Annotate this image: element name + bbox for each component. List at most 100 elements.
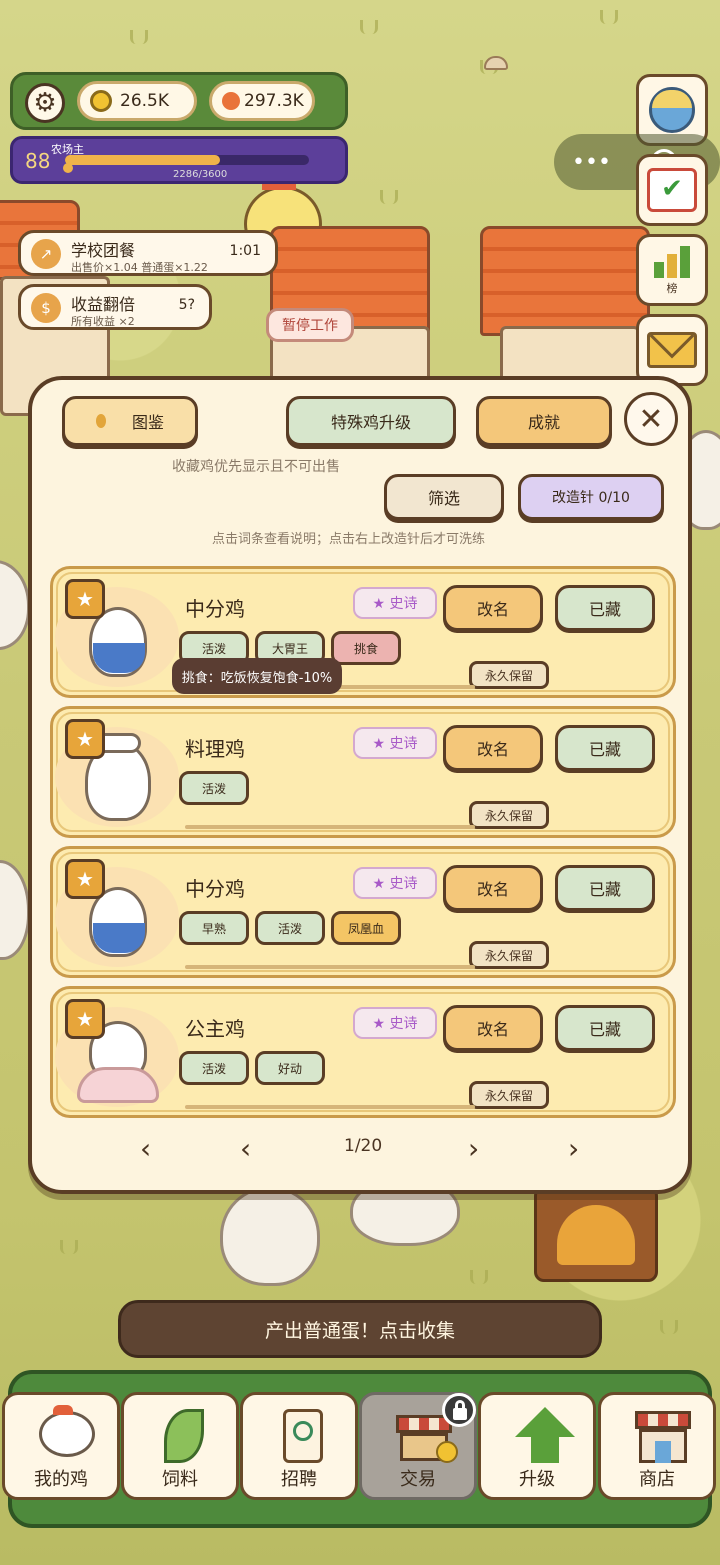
keep-forever-button[interactable]: 永久保留 (469, 801, 549, 829)
ranking-label: 榜 (666, 282, 678, 295)
page-indicator: 1/20 (344, 1136, 383, 1156)
nav-label: 饲料 (162, 1469, 198, 1490)
nav-label: 交易 (400, 1469, 436, 1490)
more-dots-icon[interactable]: ••• (572, 150, 611, 175)
pause-work-sign[interactable]: 暂停工作 (266, 308, 354, 342)
star-badge-icon: ★ (65, 579, 105, 619)
keep-forever-button[interactable]: 永久保留 (469, 941, 549, 969)
last-page-button[interactable]: › (568, 1132, 579, 1165)
star-badge-icon: ★ (65, 859, 105, 899)
shop-stall-icon (396, 1405, 458, 1463)
next-page-button[interactable]: › (468, 1132, 479, 1165)
chicken-card[interactable]: ★ 中分鸡 ★ 史诗 改名 已藏 活泼 大胃王 挑食 永久保留 (50, 566, 676, 698)
chicken-card[interactable]: ★ 中分鸡 ★ 史诗 改名 已藏 早熟 活泼 凤凰血 永久保留 (50, 846, 676, 978)
rename-button[interactable]: 改名 (443, 865, 543, 911)
exp-text: 2286/3600 (173, 169, 228, 180)
arrow-up-icon: ↗ (31, 239, 61, 269)
grass-tuft (130, 30, 148, 44)
stored-button[interactable]: 已藏 (555, 1005, 655, 1051)
card-progress (185, 825, 475, 829)
nav-label: 我的鸡 (34, 1469, 88, 1490)
trait-tag[interactable]: 好动 (255, 1051, 325, 1085)
hen-edge[interactable] (0, 860, 30, 960)
nav-trade[interactable]: 交易 (359, 1392, 477, 1500)
rarity-badge: ★ 史诗 (353, 587, 437, 619)
chicken-name: 料理鸡 (185, 737, 245, 761)
rarity-badge: ★ 史诗 (353, 727, 437, 759)
first-page-button[interactable]: ‹ (140, 1132, 151, 1165)
exp-fill (65, 155, 220, 165)
close-icon[interactable]: ✕ (624, 392, 678, 446)
rarity-badge: ★ 史诗 (353, 867, 437, 899)
tab-achievement[interactable]: 成就 (476, 396, 612, 446)
tab-special-upgrade[interactable]: 特殊鸡升级 (286, 396, 456, 446)
chicken-icon (39, 1405, 95, 1461)
trait-tag[interactable]: 活泼 (255, 911, 325, 945)
mushroom (484, 56, 508, 70)
level-bar[interactable]: 88 农场主 2286/3600 (10, 136, 348, 184)
rename-button[interactable]: 改名 (443, 1005, 543, 1051)
exp-track (65, 155, 309, 165)
rename-button[interactable]: 改名 (443, 585, 543, 631)
buff-timer: 1:01 (229, 243, 261, 259)
buff-title: 收益翻倍 (71, 295, 136, 314)
chicken-card[interactable]: ★ 料理鸡 ★ 史诗 改名 已藏 活泼 永久保留 (50, 706, 676, 838)
calendar-checkin-icon[interactable]: ✔ (636, 154, 708, 226)
chicken-card[interactable]: ★ 公主鸡 ★ 史诗 改名 已藏 活泼 好动 永久保留 (50, 986, 676, 1118)
rarity-badge: ★ 史诗 (353, 1007, 437, 1039)
leaf-icon (158, 1405, 208, 1463)
exp-dot-icon (63, 163, 73, 173)
stored-button[interactable]: 已藏 (555, 725, 655, 771)
trait-tag[interactable]: 早熟 (179, 911, 249, 945)
needle-button[interactable]: 改造针 0/10 (518, 474, 664, 520)
nav-label: 升级 (519, 1469, 555, 1490)
nav-shop[interactable]: 商店 (598, 1392, 716, 1500)
keep-forever-button[interactable]: 永久保留 (469, 661, 549, 689)
needle-hint: 点击词条查看说明；点击右上改造针后才可洗练 (212, 532, 486, 547)
nav-label: 招聘 (281, 1469, 317, 1490)
filter-button[interactable]: 筛选 (384, 474, 504, 520)
tab-book-label: 图鉴 (131, 413, 164, 432)
stored-button[interactable]: 已藏 (555, 865, 655, 911)
trait-tag[interactable]: 凤凰血 (331, 911, 401, 945)
card-progress (185, 965, 475, 969)
trait-tag[interactable]: 挑食 (331, 631, 401, 665)
prev-page-button[interactable]: ‹ (240, 1132, 251, 1165)
rename-button[interactable]: 改名 (443, 725, 543, 771)
star-badge-icon: ★ (65, 719, 105, 759)
nav-my-chickens[interactable]: 我的鸡 (2, 1392, 120, 1500)
nav-upgrade[interactable]: 升级 (478, 1392, 596, 1500)
collection-modal: 图鉴 特殊鸡升级 成就 ✕ 收藏鸡优先显示且不可出售 筛选 改造针 0/10 点… (28, 376, 692, 1194)
egg-incubator[interactable] (534, 1186, 658, 1282)
buff-timer: 5? (178, 297, 195, 313)
buff-sub: 出售价×1.04 普通蛋×1.22 (71, 261, 208, 274)
buff-title: 学校团餐 (71, 241, 136, 260)
grass-tuft (380, 190, 398, 204)
keep-forever-button[interactable]: 永久保留 (469, 1081, 549, 1109)
ranking-icon[interactable]: 榜 (636, 234, 708, 306)
badge-card-icon (277, 1405, 327, 1463)
grass-tuft (660, 1320, 678, 1334)
hen-edge[interactable] (0, 560, 30, 650)
hen-back[interactable] (220, 1186, 320, 1286)
settings-gear-icon[interactable]: ⚙ (25, 83, 65, 123)
buff-school-meal[interactable]: ↗ 学校团餐 出售价×1.04 普通蛋×1.22 1:01 (18, 230, 278, 276)
trait-tag[interactable]: 活泼 (179, 771, 249, 805)
card-progress (185, 1105, 475, 1109)
tab-book[interactable]: 图鉴 (62, 396, 198, 446)
nav-label: 商店 (639, 1469, 675, 1490)
chicken-name: 公主鸡 (185, 1017, 245, 1041)
stored-button[interactable]: 已藏 (555, 585, 655, 631)
nav-feed[interactable]: 饲料 (121, 1392, 239, 1500)
grass-tuft (60, 1240, 78, 1254)
gold-coin-icon (90, 90, 112, 112)
top-hud: ⚙ 26.5K 297.3K (10, 72, 348, 130)
gem-value: 297.3K (244, 91, 304, 111)
nav-recruit[interactable]: 招聘 (240, 1392, 358, 1500)
trait-tag[interactable]: 活泼 (179, 1051, 249, 1085)
collect-hint: 收藏鸡优先显示且不可出售 (172, 459, 340, 475)
gem-counter: 297.3K (209, 81, 315, 121)
buff-double-income[interactable]: $ 收益翻倍 所有收益 ×2 5? (18, 284, 212, 330)
lock-icon (442, 1393, 476, 1427)
collect-eggs-banner[interactable]: 产出普通蛋！点击收集 (118, 1300, 602, 1358)
